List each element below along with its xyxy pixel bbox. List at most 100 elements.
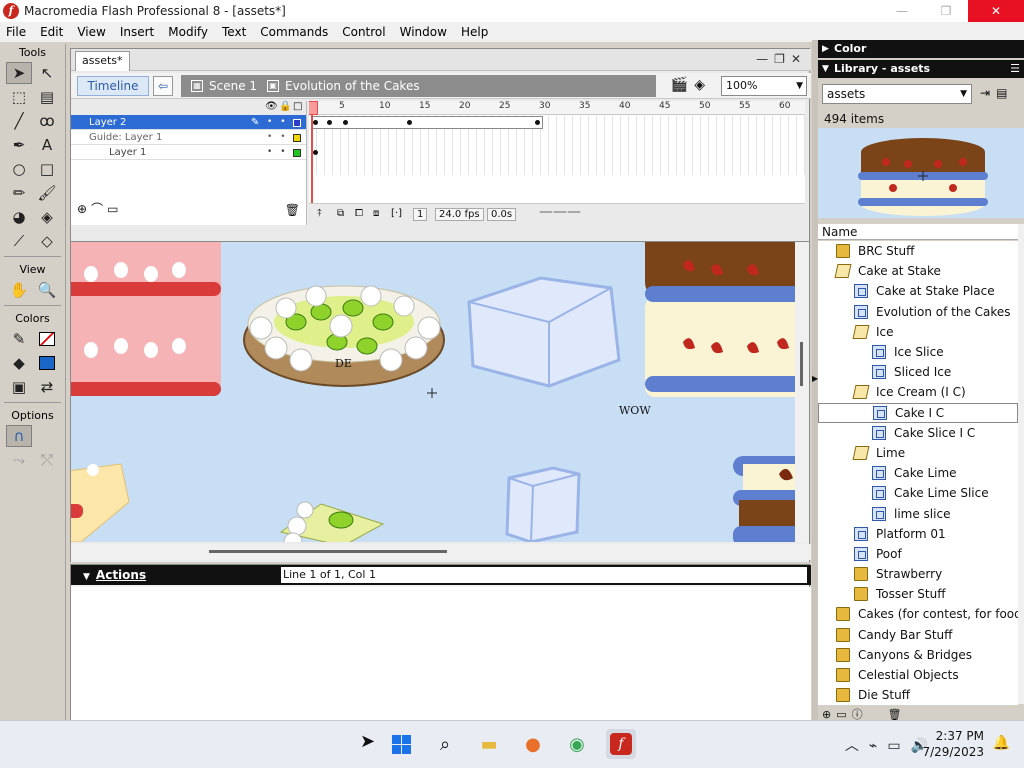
menu-control[interactable]: Control	[338, 25, 393, 39]
zoom-select[interactable]: 100% ▼	[721, 76, 807, 96]
firefox-icon[interactable]: ●	[518, 729, 548, 759]
keyframe[interactable]	[407, 120, 412, 125]
hand-tool-icon[interactable]: ✋	[6, 279, 32, 301]
add-motion-guide-icon[interactable]: ⌒	[91, 202, 107, 216]
insert-folder-icon[interactable]: ▭	[107, 202, 122, 216]
library-item[interactable]: Cakes (for contest, for food	[818, 604, 1018, 624]
edit-symbol-icon[interactable]: ◈	[694, 77, 711, 93]
menu-commands[interactable]: Commands	[256, 25, 336, 39]
frame-grid[interactable]: 1 5 10 15 20 25 30 35 40 45 50 55 60 ⤉ ⧉	[309, 101, 805, 225]
display-icon[interactable]: ▭	[887, 738, 910, 754]
library-item[interactable]: Tosser Stuff	[818, 584, 1018, 604]
lasso-tool-icon[interactable]: ꝏ	[34, 110, 60, 132]
default-colors-icon[interactable]: ▣	[6, 376, 32, 398]
back-arrow-icon[interactable]: ⇦	[153, 76, 173, 96]
lock-icon[interactable]: 🔒	[279, 101, 291, 112]
library-item[interactable]: Evolution of the Cakes	[818, 302, 1018, 322]
frame-rate[interactable]: 24.0 fps	[435, 208, 484, 221]
menu-help[interactable]: Help	[457, 25, 496, 39]
modify-markers-icon[interactable]: [·]	[391, 208, 402, 219]
layer-color-swatch[interactable]	[293, 119, 301, 127]
layer-row[interactable]: Layer 1 ••	[71, 145, 306, 160]
subselection-tool-icon[interactable]: ↖	[34, 62, 60, 84]
library-item[interactable]: Platform 01	[818, 524, 1018, 544]
outline-icon[interactable]: □	[293, 101, 302, 112]
timeline-toggle-button[interactable]: Timeline	[77, 76, 149, 96]
maximize-icon[interactable]: ❐	[924, 0, 968, 22]
menu-edit[interactable]: Edit	[36, 25, 71, 39]
stroke-color-icon[interactable]: ✎	[6, 328, 32, 350]
menu-modify[interactable]: Modify	[164, 25, 216, 39]
menu-view[interactable]: View	[73, 25, 113, 39]
fill-color-icon[interactable]: ◆	[6, 352, 32, 374]
flash-taskbar-icon[interactable]: f	[606, 729, 636, 759]
library-item[interactable]: BRC Stuff	[818, 241, 1018, 261]
start-windows-icon[interactable]	[386, 729, 416, 759]
file-explorer-icon[interactable]: ▬	[474, 729, 504, 759]
close-icon[interactable]: ✕	[968, 0, 1024, 22]
minimize-icon[interactable]: —	[880, 0, 924, 22]
library-name-column[interactable]: Name	[818, 224, 1018, 240]
menu-file[interactable]: File	[2, 25, 34, 39]
zoom-tool-icon[interactable]: 🔍	[34, 279, 60, 301]
network-icon[interactable]: ⌁	[869, 738, 887, 754]
timeline-hscroll[interactable]: ———	[539, 204, 581, 220]
chrome-icon[interactable]: ◉	[562, 729, 592, 759]
brush-tool-icon[interactable]: 🖌	[34, 182, 60, 204]
pencil-tool-icon[interactable]: ✏	[6, 182, 32, 204]
notification-icon[interactable]: 🔔	[993, 735, 1010, 751]
library-item[interactable]: Cake I C	[818, 402, 1018, 423]
pin-library-icon[interactable]: ⇥	[980, 86, 996, 100]
library-item[interactable]: Ice	[818, 322, 1018, 342]
breadcrumb-symbol[interactable]: Evolution of the Cakes	[285, 79, 420, 93]
search-icon[interactable]: ⌕	[430, 729, 460, 759]
stage-horizontal-scrollbar[interactable]	[71, 544, 811, 560]
onion-skin-icon[interactable]: ⧉	[337, 208, 344, 219]
taskbar-clock[interactable]: 2:37 PM 7/29/2023	[922, 728, 984, 760]
line-tool-icon[interactable]: ╱	[6, 110, 32, 132]
library-item[interactable]: Cake Lime	[818, 463, 1018, 483]
library-item[interactable]: Cake at Stake Place	[818, 281, 1018, 301]
eraser-tool-icon[interactable]: ◇	[34, 230, 60, 252]
library-item[interactable]: Strawberry	[818, 564, 1018, 584]
library-item[interactable]: Lime	[818, 443, 1018, 463]
library-item[interactable]: lime slice	[818, 503, 1018, 523]
straighten-icon[interactable]: ⤲	[34, 449, 60, 471]
show-hidden-icons-icon[interactable]: ︿	[845, 738, 869, 754]
menu-window[interactable]: Window	[396, 25, 455, 39]
smooth-icon[interactable]: ⤳	[6, 449, 32, 471]
delete-layer-icon[interactable]: 🗑	[285, 203, 300, 217]
swap-colors-icon[interactable]: ⇄	[34, 376, 60, 398]
eye-icon[interactable]: 👁	[265, 101, 278, 112]
free-transform-tool-icon[interactable]: ⬚	[6, 86, 32, 108]
stage-vertical-scrollbar[interactable]	[795, 242, 809, 542]
ink-bottle-tool-icon[interactable]: ◕	[6, 206, 32, 228]
snap-magnet-icon[interactable]: ∩	[6, 425, 32, 447]
text-tool-icon[interactable]: A	[34, 134, 60, 156]
library-item[interactable]: Die Stuff	[818, 685, 1018, 705]
edit-scene-icon[interactable]: 🎬	[671, 77, 694, 93]
menu-insert[interactable]: Insert	[116, 25, 162, 39]
library-item[interactable]: Canyons & Bridges	[818, 645, 1018, 665]
library-item[interactable]: Candy Bar Stuff	[818, 625, 1018, 645]
onion-outline-icon[interactable]: ⧠	[355, 208, 363, 219]
center-frame-icon[interactable]: ⤉	[317, 208, 321, 219]
library-item[interactable]: Cake at Stake	[818, 261, 1018, 281]
library-item[interactable]: Poof	[818, 544, 1018, 564]
library-item[interactable]: Ice Cream (I C)	[818, 382, 1018, 402]
edit-multiple-frames-icon[interactable]: ⧈	[373, 208, 379, 219]
paint-bucket-tool-icon[interactable]: ◈	[34, 206, 60, 228]
gradient-transform-tool-icon[interactable]: ▤	[34, 86, 60, 108]
library-item[interactable]: Ice Slice	[818, 342, 1018, 362]
library-item[interactable]: Cake Lime Slice	[818, 483, 1018, 503]
stroke-swatch-icon[interactable]	[34, 328, 60, 350]
library-select[interactable]: assets ▼	[822, 84, 972, 104]
oval-tool-icon[interactable]: ○	[6, 158, 32, 180]
layer-row[interactable]: Layer 2 ✎ ••	[71, 115, 306, 130]
layer-row[interactable]: Guide: Layer 1 ••	[71, 130, 306, 145]
keyframe[interactable]	[535, 120, 540, 125]
new-library-panel-icon[interactable]: ▤	[996, 86, 1013, 100]
selection-tool-icon[interactable]: ➤	[6, 62, 32, 84]
panel-menu-icon[interactable]: ☰	[1010, 60, 1020, 78]
pen-tool-icon[interactable]: ✒	[6, 134, 32, 156]
